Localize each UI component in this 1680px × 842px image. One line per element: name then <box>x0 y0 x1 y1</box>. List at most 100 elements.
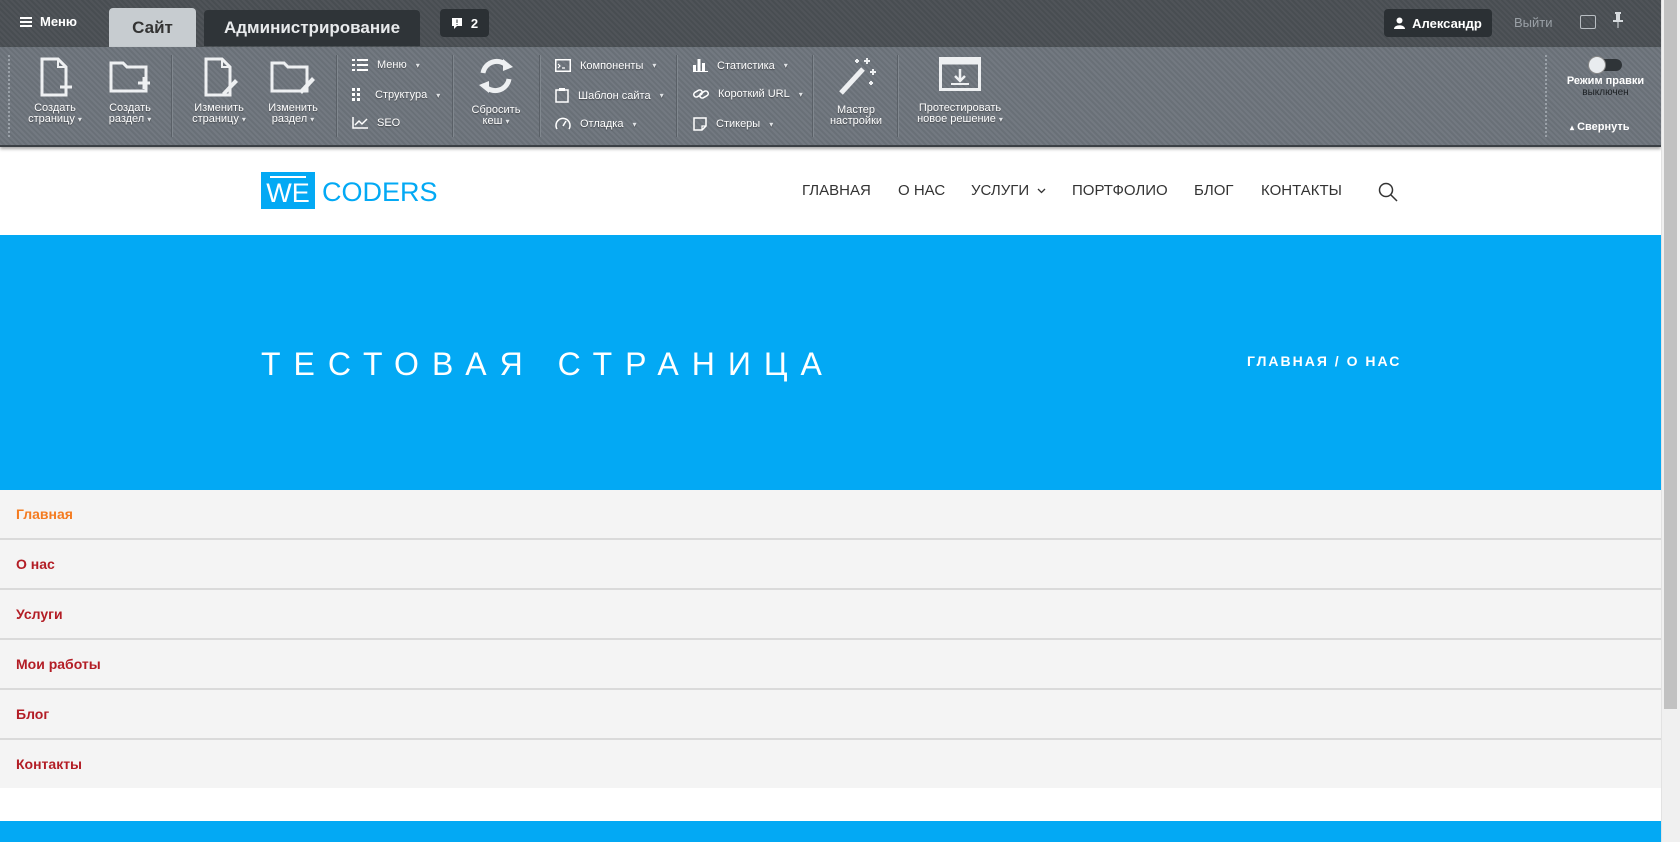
components-label: Компоненты <box>580 59 644 72</box>
logo[interactable]: WE <box>261 172 315 209</box>
toolbar-separator <box>171 55 173 137</box>
menu-dropdown[interactable]: Меню ▾ <box>352 59 420 71</box>
site-template-dropdown[interactable]: Шаблон сайта ▾ <box>555 88 664 103</box>
test-new-solution-button[interactable]: Протестировать новое решение ▾ <box>913 57 1007 125</box>
menu-item-home[interactable]: Главная <box>0 490 1661 540</box>
toolbar-grip <box>8 55 12 137</box>
edit-folder-icon <box>270 61 315 94</box>
download-window-icon <box>939 57 981 91</box>
admin-top-bar: Меню Сайт Администрирование 2 Александр … <box>0 0 1661 47</box>
menu-item-works[interactable]: Мои работы <box>0 640 1661 690</box>
nav-item-services[interactable]: УСЛУГИ <box>971 182 1046 199</box>
logo-we: WE <box>266 178 310 208</box>
admin-menu-button[interactable]: Меню <box>20 14 77 29</box>
new-page-icon <box>40 57 72 97</box>
tab-site[interactable]: Сайт <box>109 8 196 47</box>
statistics-dropdown[interactable]: Статистика ▾ <box>693 59 788 72</box>
stickers-label: Стикеры <box>716 118 761 130</box>
toolbar-separator <box>676 55 678 137</box>
section-menu: Главная О нас Услуги Мои работы Блог Кон… <box>0 490 1661 788</box>
structure-dropdown-label: Структура <box>375 89 428 101</box>
logout-link[interactable]: Выйти <box>1514 15 1553 30</box>
nav-item-services-label: УСЛУГИ <box>971 182 1030 199</box>
user-icon <box>1394 17 1406 29</box>
user-name: Александр <box>1412 15 1482 31</box>
edit-page-label-2: страницу <box>192 113 239 125</box>
user-button[interactable]: Александр <box>1384 9 1492 37</box>
menu-item-services[interactable]: Услуги <box>0 590 1661 640</box>
edit-page-icon <box>204 57 238 97</box>
toolbar-separator <box>812 55 814 137</box>
menu-item-about[interactable]: О нас <box>0 540 1661 590</box>
components-icon <box>555 59 571 72</box>
breadcrumb: ГЛАВНАЯ / О НАС <box>1247 353 1402 369</box>
toolbar-separator <box>452 55 454 137</box>
admin-toolbar: Создать страницу ▾ Создать раздел ▾ Измени… <box>0 47 1661 147</box>
edit-mode-state: выключен <box>1582 87 1629 98</box>
debug-label: Отладка <box>580 118 624 130</box>
short-url-label: Короткий URL <box>718 88 790 100</box>
search-icon[interactable] <box>1378 182 1398 202</box>
create-page-button[interactable]: Создать страницу ▾ <box>22 57 88 125</box>
toggle-switch[interactable] <box>1587 56 1622 74</box>
components-dropdown[interactable]: Компоненты ▾ <box>555 59 656 72</box>
statistics-label: Статистика <box>717 59 775 72</box>
hotkeys-icon[interactable] <box>1580 15 1596 29</box>
toolbar-grip-right <box>1545 55 1549 137</box>
reset-cache-label-2: кеш <box>482 115 503 127</box>
sticker-icon <box>693 117 707 131</box>
nav-item-blog[interactable]: БЛОГ <box>1194 182 1233 199</box>
edit-page-button[interactable]: Изменить страницу ▾ <box>184 57 254 125</box>
collapse-toolbar-button[interactable]: ▴ Свернуть <box>1570 121 1630 133</box>
notification-icon <box>451 18 462 29</box>
chevron-down-icon <box>1037 188 1046 194</box>
reset-cache-button[interactable]: Сбросить кеш ▾ <box>465 55 527 127</box>
chevron-up-icon: ▴ <box>1570 123 1575 132</box>
logo-coders: CODERS <box>322 177 438 207</box>
bar-chart-icon <box>693 59 708 72</box>
seo-chart-icon <box>352 117 368 129</box>
hamburger-icon <box>20 16 32 27</box>
create-page-label-2: страницу <box>28 113 75 125</box>
seo-label: SEO <box>377 117 401 129</box>
nav-item-about[interactable]: О НАС <box>898 182 945 199</box>
seo-button[interactable]: SEO <box>352 117 400 129</box>
edit-mode-label: Режим правки <box>1566 75 1645 87</box>
short-url-dropdown[interactable]: Короткий URL ▾ <box>693 88 803 100</box>
admin-menu-label: Меню <box>40 14 78 29</box>
test-solution-label-2: новое решение <box>917 113 996 125</box>
logo-bar <box>270 176 306 178</box>
tab-administration[interactable]: Администрирование <box>204 10 420 46</box>
nav-item-home[interactable]: ГЛАВНАЯ <box>802 182 871 199</box>
nav-item-contacts[interactable]: КОНТАКТЫ <box>1261 182 1342 199</box>
create-section-button[interactable]: Создать раздел ▾ <box>97 57 163 125</box>
list-icon <box>352 59 368 71</box>
footer-strip <box>0 821 1661 842</box>
debug-dropdown[interactable]: Отладка ▾ <box>555 117 637 131</box>
link-icon <box>693 89 709 99</box>
edit-section-button[interactable]: Изменить раздел ▾ <box>259 57 327 125</box>
page-title: ТЕСТОВАЯ СТРАНИЦА <box>261 346 835 382</box>
edit-section-label-2: раздел <box>271 113 308 125</box>
toolbar-separator <box>336 55 338 137</box>
wizard-label-2: настройки <box>829 115 883 127</box>
notifications-button[interactable]: 2 <box>440 9 489 37</box>
gauge-icon <box>555 117 571 130</box>
stickers-dropdown[interactable]: Стикеры ▾ <box>693 117 773 131</box>
structure-icon <box>352 88 360 101</box>
toolbar-separator <box>539 55 541 137</box>
scrollbar-thumb[interactable] <box>1664 0 1677 709</box>
create-section-label-2: раздел <box>108 113 145 125</box>
site-template-label: Шаблон сайта <box>578 89 651 102</box>
edit-mode-toggle[interactable]: Режим правки выключен <box>1558 56 1653 98</box>
menu-item-contacts[interactable]: Контакты <box>0 740 1661 788</box>
refresh-icon <box>479 58 513 94</box>
pin-icon[interactable] <box>1613 12 1623 28</box>
menu-item-blog[interactable]: Блог <box>0 690 1661 740</box>
nav-item-portfolio[interactable]: ПОРТФОЛИО <box>1072 182 1168 199</box>
setup-wizard-button[interactable]: Мастер настройки <box>824 55 888 127</box>
clipboard-icon <box>555 88 569 103</box>
menu-dropdown-label: Меню <box>377 59 407 71</box>
collapse-label: Свернуть <box>1577 121 1630 133</box>
structure-dropdown[interactable]: Структура ▾ <box>352 88 440 102</box>
